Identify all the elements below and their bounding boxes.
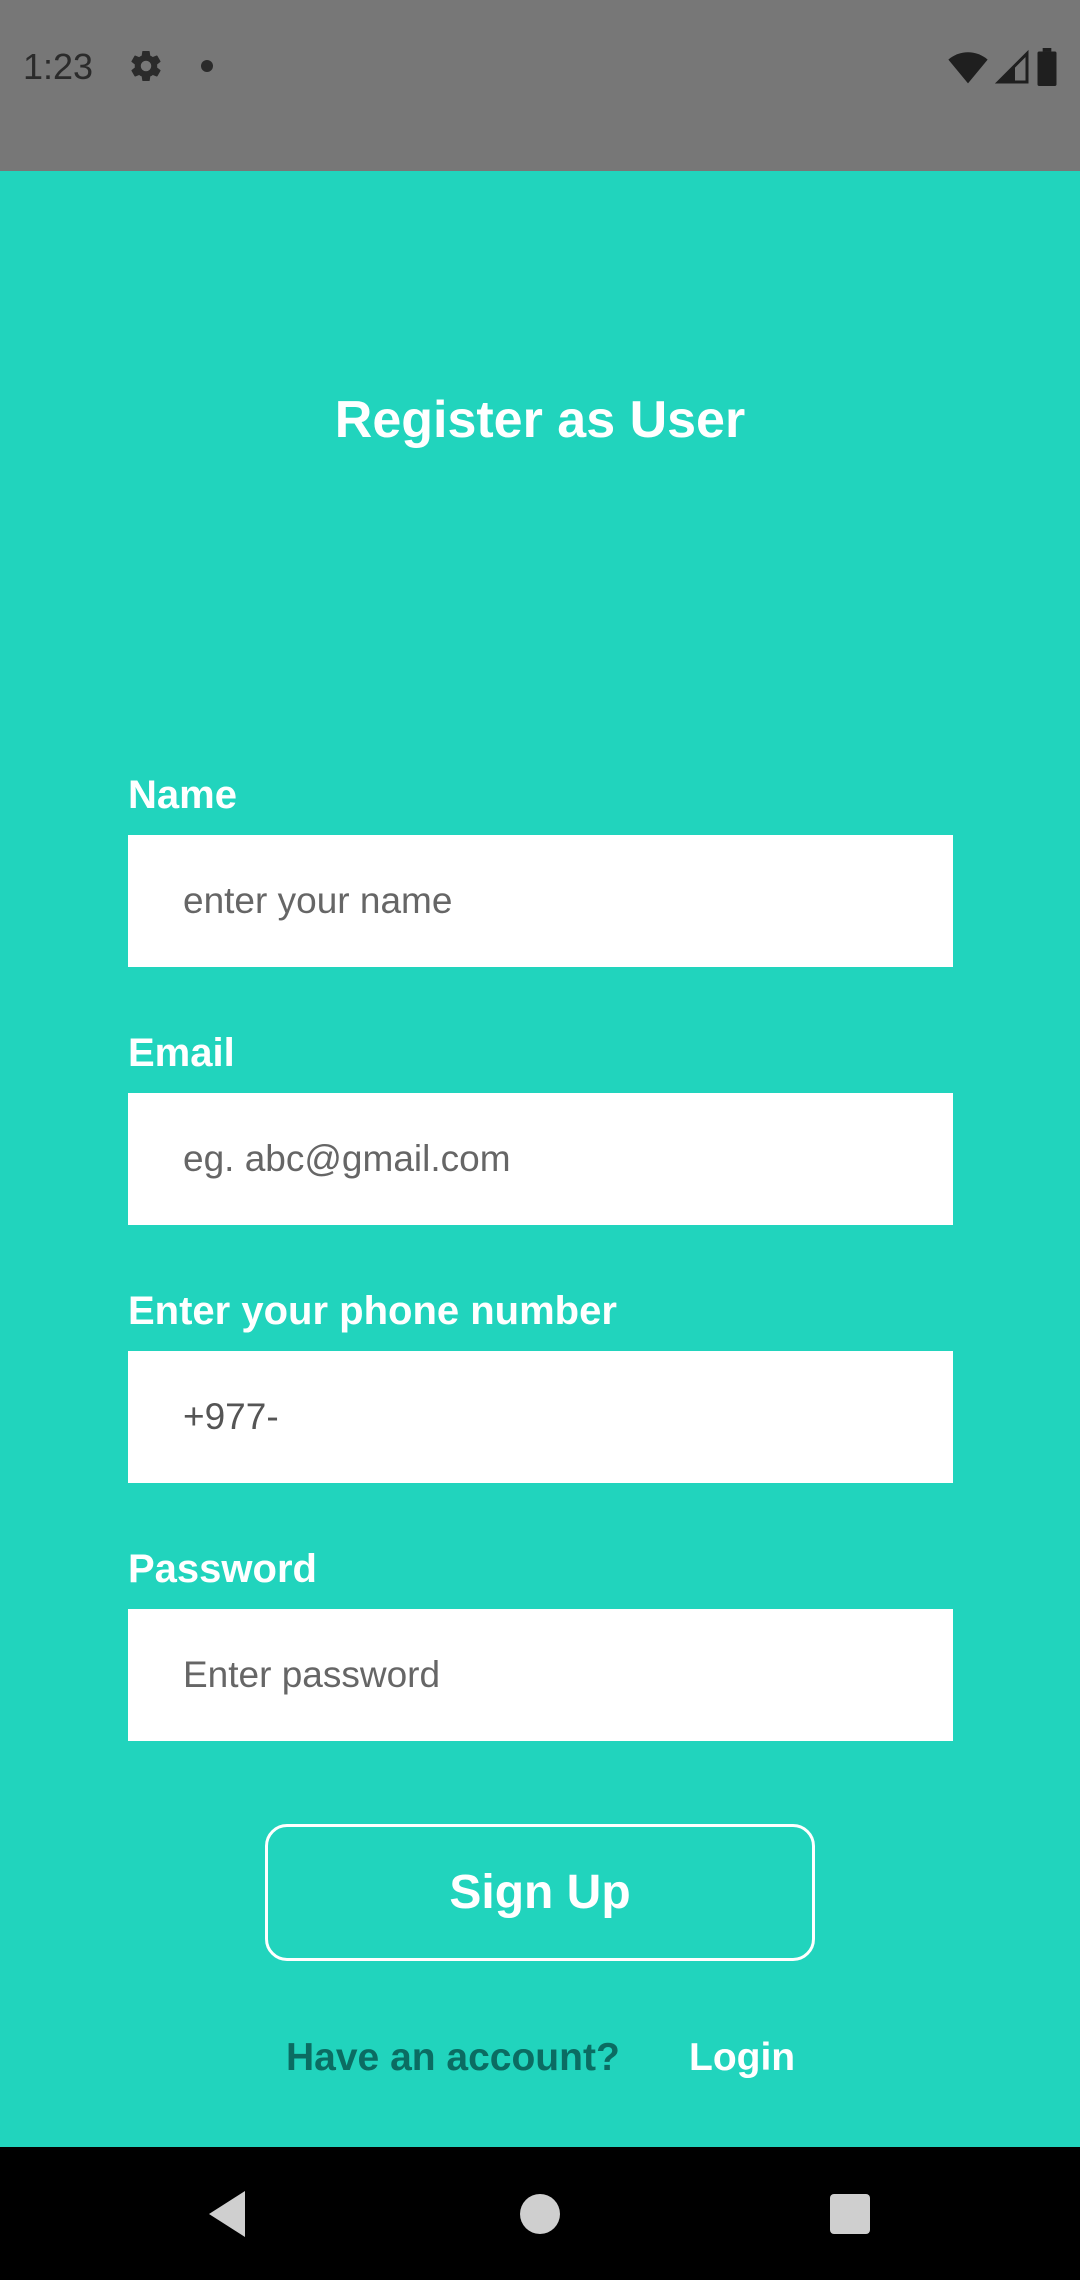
password-label: Password — [128, 1547, 317, 1591]
name-label: Name — [128, 773, 237, 817]
page-title: Register as User — [334, 391, 746, 449]
gear-icon — [131, 51, 161, 82]
wifi-icon — [948, 52, 988, 84]
notification-dot-icon — [201, 60, 213, 72]
cell-signal-icon — [994, 49, 1029, 84]
have-account-text: Have an account? — [286, 2036, 620, 2079]
battery-icon — [1037, 48, 1057, 86]
signup-button[interactable]: Sign Up — [265, 1824, 815, 1961]
status-icons — [948, 48, 1058, 86]
status-time: 1:23 — [23, 46, 94, 87]
name-input[interactable] — [128, 835, 953, 967]
email-label: Email — [128, 1031, 235, 1075]
status-bar: 1:23 — [0, 0, 1080, 171]
login-link[interactable]: Login — [689, 2036, 795, 2080]
back-icon[interactable] — [205, 2189, 249, 2239]
phone-label: Enter your phone number — [128, 1289, 617, 1333]
email-input[interactable] — [128, 1093, 953, 1225]
password-input[interactable] — [128, 1609, 953, 1741]
phone-input[interactable] — [128, 1351, 953, 1483]
navigation-bar — [0, 2147, 1080, 2280]
recents-icon[interactable] — [830, 2194, 870, 2234]
home-icon[interactable] — [520, 2194, 560, 2234]
